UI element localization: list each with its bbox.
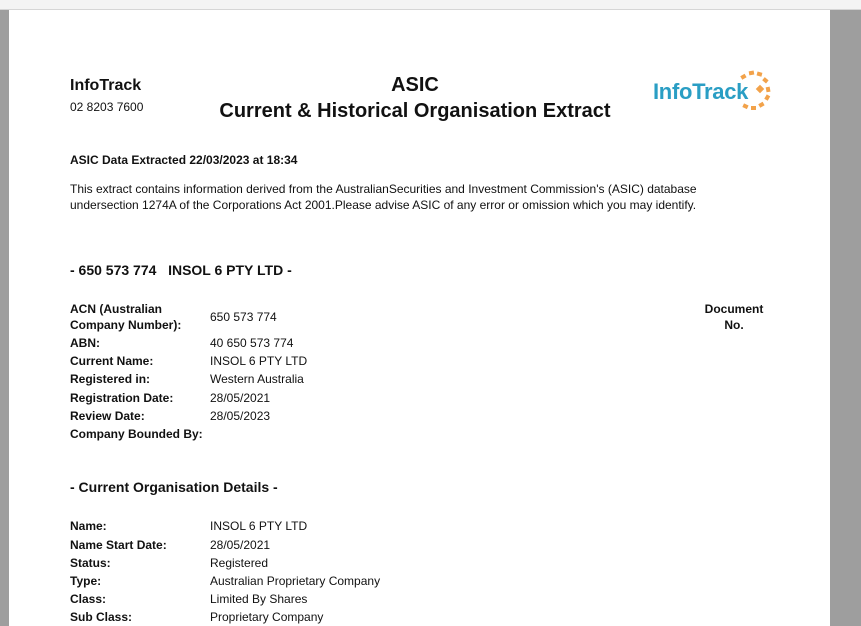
intro-line: This extract contains information derive…	[70, 182, 697, 196]
class-label: Class:	[70, 592, 107, 606]
company-bounded-by-label: Company Bounded By:	[70, 427, 203, 441]
intro-paragraph: This extract contains information derive…	[70, 181, 697, 213]
registration-date-label: Registration Date:	[70, 391, 174, 405]
acn-label: ACN (Australian Company Number):	[70, 302, 182, 332]
brand-phone: 02 8203 7600	[70, 100, 144, 114]
document-title: ASIC	[391, 74, 439, 96]
infotrack-logo: InfoTrack	[653, 70, 773, 120]
logo-dots-icon	[740, 70, 771, 110]
review-date-label: Review Date:	[70, 409, 145, 423]
abn-label: ABN:	[70, 336, 100, 350]
registered-in-value: Western Australia	[210, 372, 304, 386]
logo-text: InfoTrack	[653, 79, 749, 104]
status-value: Registered	[210, 556, 269, 570]
intro-line: undersection 1274A of the Corporations A…	[70, 198, 697, 212]
current-name-label: Current Name:	[70, 354, 154, 368]
class-value: Limited By Shares	[210, 592, 308, 606]
sub-class-value: Proprietary Company	[210, 610, 324, 624]
company-section-title: - 650 573 774 INSOL 6 PTY LTD -	[70, 262, 292, 278]
sub-class-label: Sub Class:	[70, 610, 133, 624]
acn-value: 650 573 774	[210, 310, 277, 324]
current-name-value: INSOL 6 PTY LTD	[210, 354, 308, 368]
org-name-label: Name:	[70, 519, 107, 533]
org-name-value: INSOL 6 PTY LTD	[210, 519, 308, 533]
review-date-value: 28/05/2023	[210, 409, 271, 423]
type-value: Australian Proprietary Company	[210, 574, 381, 588]
data-extracted-line: ASIC Data Extracted 22/03/2023 at 18:34	[70, 153, 298, 167]
registration-date-value: 28/05/2021	[210, 391, 271, 405]
brand-name: InfoTrack	[70, 77, 142, 94]
name-start-date-label: Name Start Date:	[70, 538, 167, 552]
org-details-section-title: - Current Organisation Details -	[70, 479, 278, 495]
abn-value: 40 650 573 774	[210, 336, 294, 350]
type-label: Type:	[70, 574, 102, 588]
registered-in-label: Registered in:	[70, 372, 151, 386]
document-no-header: Document No.	[704, 302, 764, 332]
name-start-date-value: 28/05/2021	[210, 538, 271, 552]
document-page: InfoTrack 02 8203 7600 ASIC Current & Hi…	[9, 10, 830, 626]
status-label: Status:	[70, 556, 111, 570]
document-subtitle: Current & Historical Organisation Extrac…	[219, 100, 611, 122]
viewer-top-bar	[0, 0, 861, 10]
